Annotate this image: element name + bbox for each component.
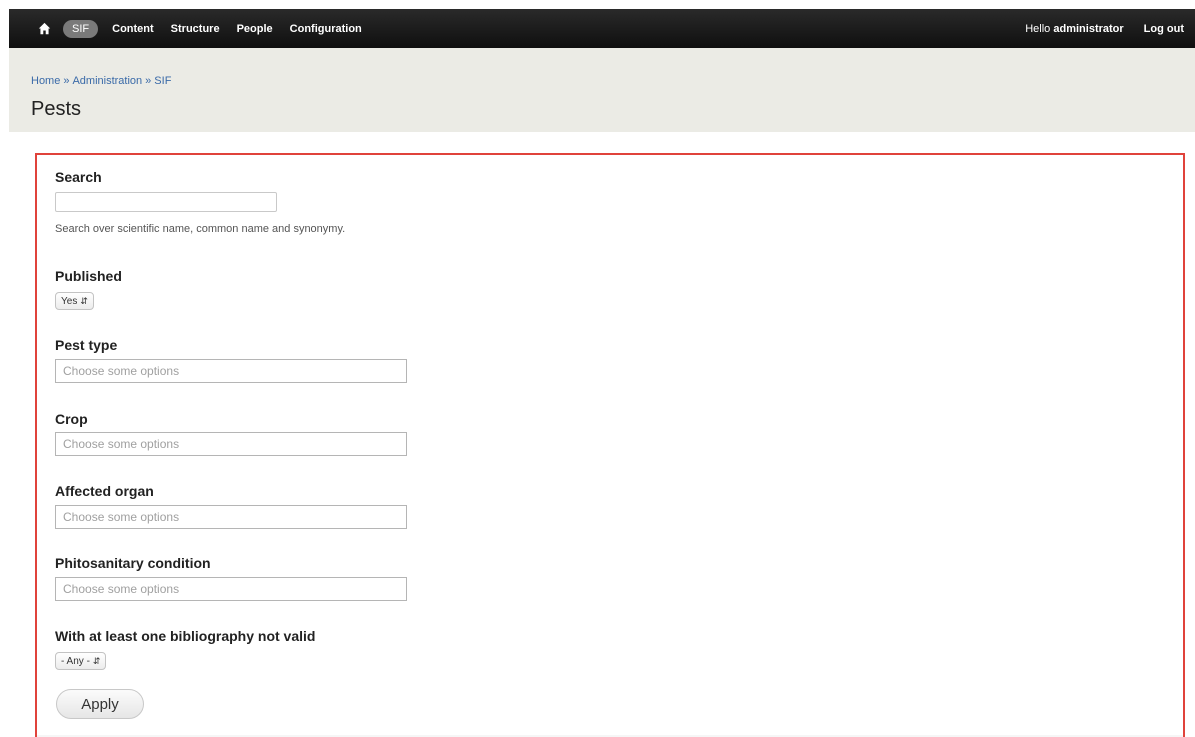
sif-shortcut-pill[interactable]: SIF — [63, 19, 99, 38]
username-link[interactable]: administrator — [1053, 23, 1123, 35]
breadcrumb-home[interactable]: Home — [31, 75, 60, 87]
admin-toolbar: SIF Content Structure People Configurati… — [9, 9, 1195, 48]
greeting-text: Hello — [1025, 22, 1051, 35]
published-select-value: Yes — [61, 295, 78, 307]
toolbar-link-structure[interactable]: Structure — [171, 23, 220, 35]
affected-organ-multiselect[interactable]: Choose some options — [55, 505, 407, 529]
breadcrumb-separator: » — [145, 75, 152, 87]
page-header: Home» Administration» SIF Pests — [9, 48, 1195, 132]
logout-link[interactable]: Log out — [1144, 23, 1184, 35]
breadcrumb-separator: » — [63, 75, 70, 87]
affected-organ-label: Affected organ — [55, 483, 154, 499]
search-input[interactable] — [55, 192, 277, 212]
toolbar-user-area: Hello administrator Log out — [1025, 23, 1184, 35]
phitosanitary-label: Phitosanitary condition — [55, 555, 211, 571]
page: SIF Content Structure People Configurati… — [0, 0, 1195, 737]
home-icon-glyph — [38, 22, 50, 35]
breadcrumb-administration[interactable]: Administration — [72, 75, 142, 87]
crop-multiselect[interactable]: Choose some options — [55, 432, 407, 456]
bibliography-label: With at least one bibliography not valid — [55, 628, 316, 644]
pest-type-multiselect[interactable]: Choose some options — [55, 359, 407, 383]
pest-type-label: Pest type — [55, 337, 118, 353]
crop-label: Crop — [55, 411, 88, 427]
breadcrumb-sif[interactable]: SIF — [154, 75, 171, 87]
bibliography-select-value: - Any - — [61, 655, 90, 667]
search-help-text: Search over scientific name, common name… — [55, 223, 346, 235]
page-title: Pests — [31, 98, 82, 120]
phitosanitary-multiselect[interactable]: Choose some options — [55, 577, 407, 601]
filter-form: Search Search over scientific name, comm… — [35, 153, 1185, 737]
search-label: Search — [55, 169, 102, 185]
select-arrows-icon: ⇵ — [92, 655, 101, 666]
breadcrumb: Home» Administration» SIF — [31, 75, 171, 87]
published-label: Published — [55, 268, 122, 284]
toolbar-link-content[interactable]: Content — [112, 23, 154, 35]
toolbar-link-configuration[interactable]: Configuration — [290, 23, 362, 35]
select-arrows-icon: ⇵ — [80, 295, 88, 306]
user-greeting: Hello administrator — [1025, 23, 1123, 35]
bibliography-select[interactable]: - Any - ⇵ — [55, 652, 107, 670]
apply-button[interactable]: Apply — [56, 689, 144, 719]
home-icon[interactable] — [35, 20, 53, 38]
toolbar-link-people[interactable]: People — [237, 23, 273, 35]
published-select[interactable]: Yes ⇵ — [55, 292, 94, 310]
